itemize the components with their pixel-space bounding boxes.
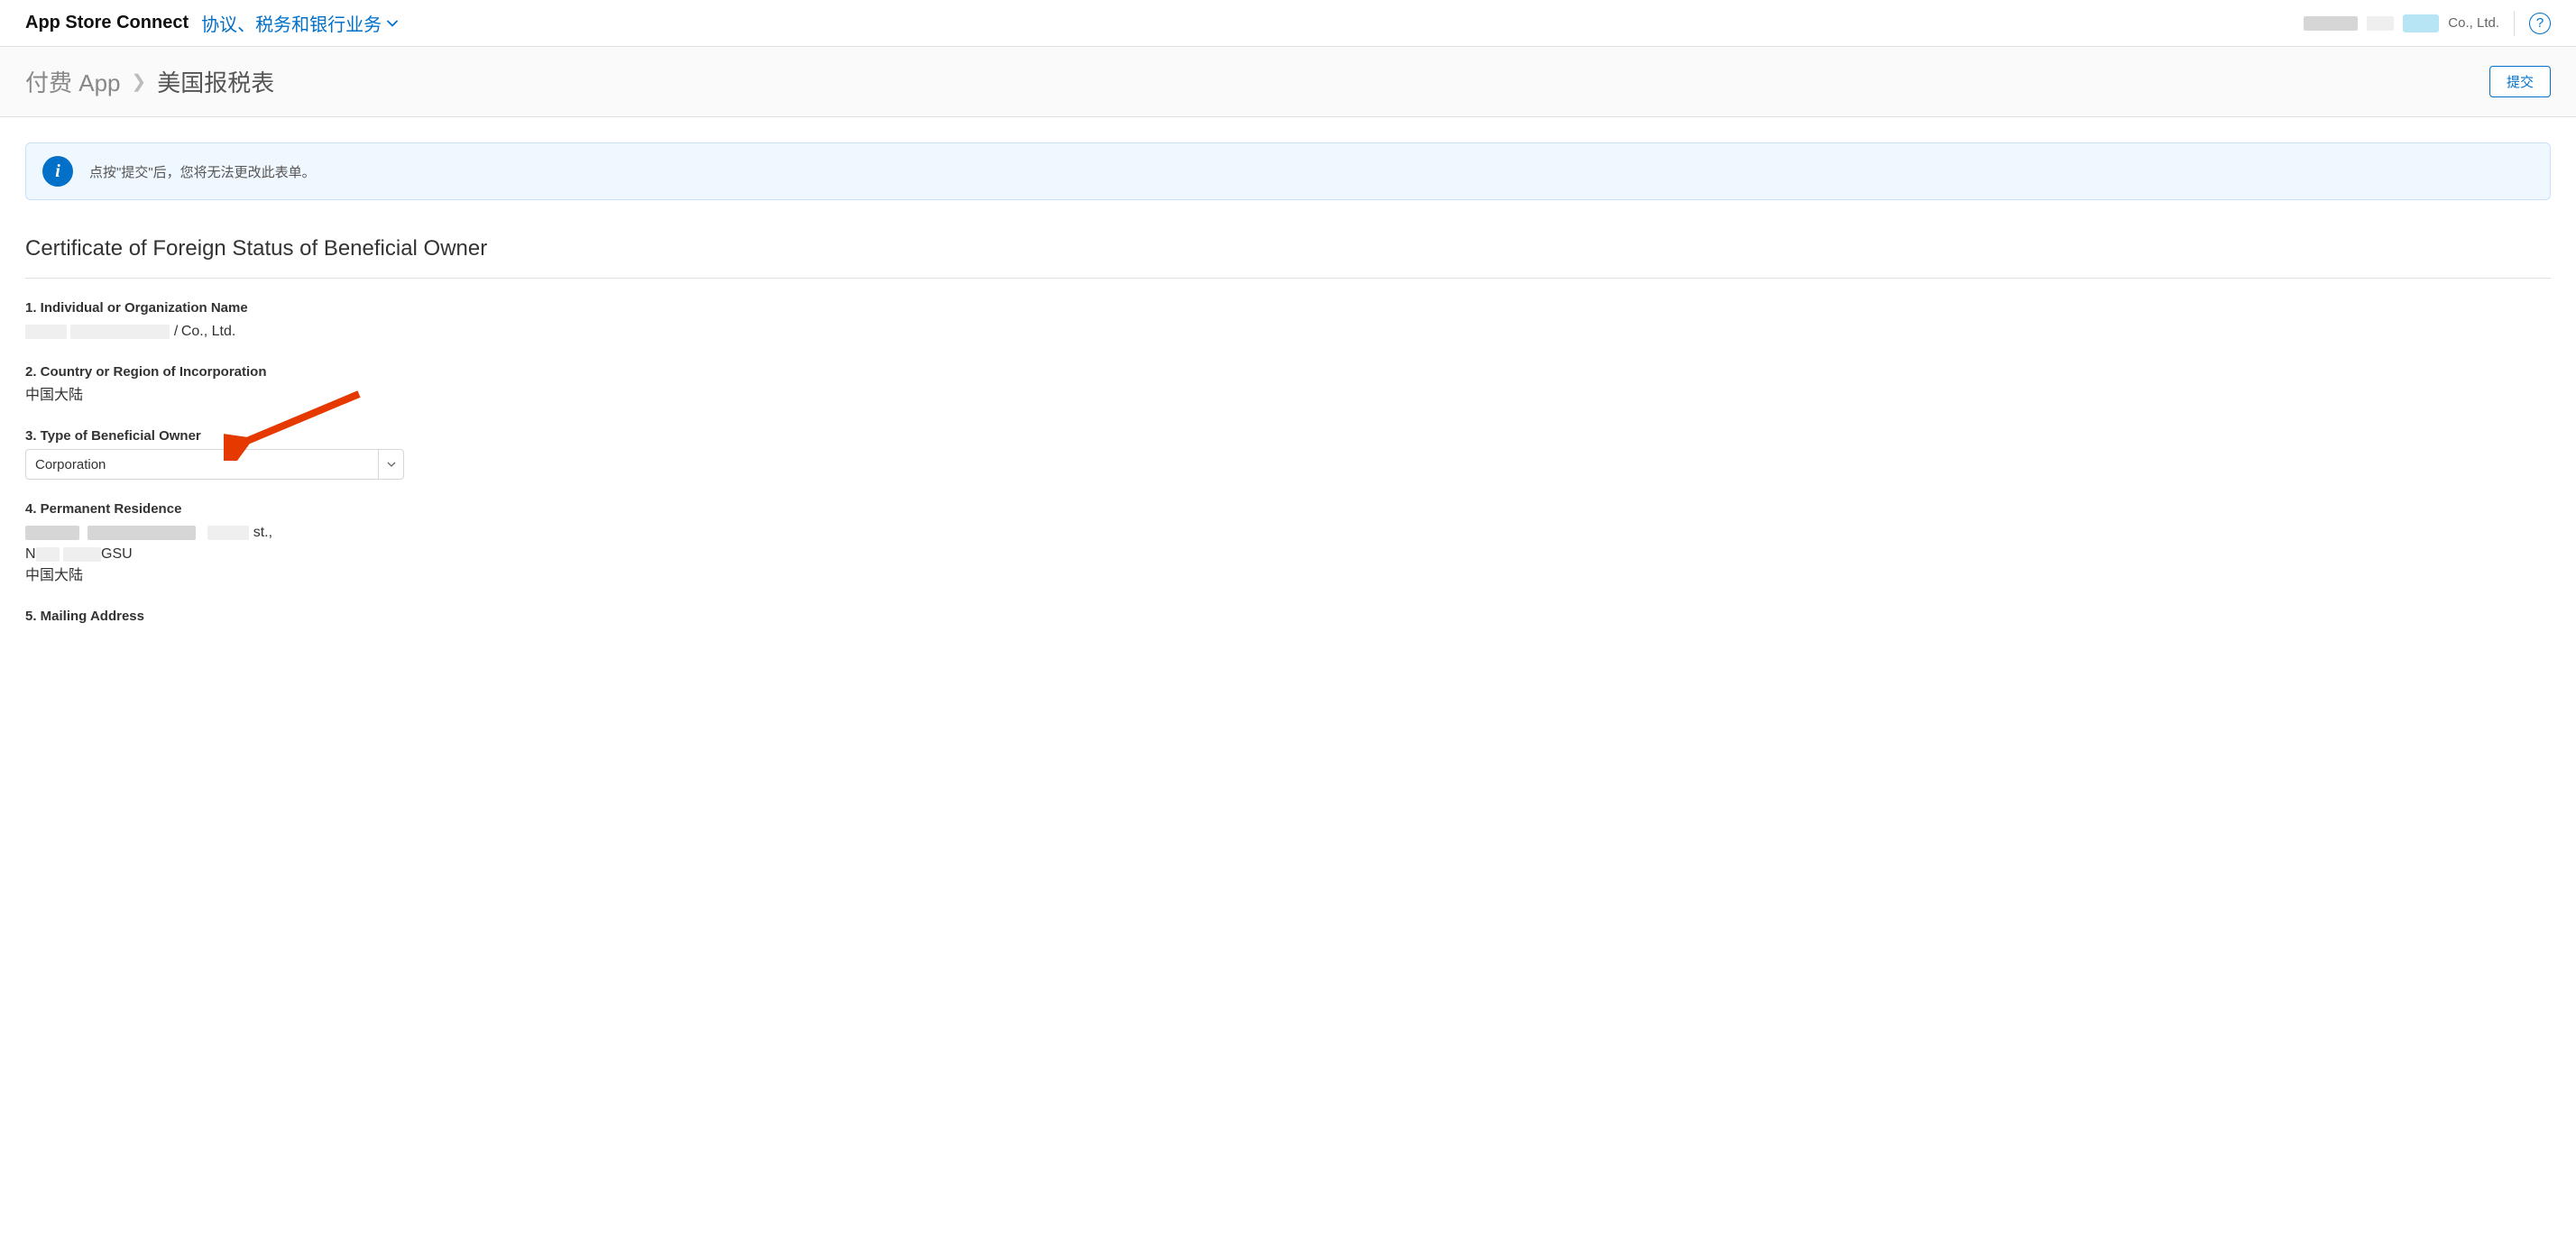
header-right: Co., Ltd. ? (2304, 11, 2551, 36)
field-beneficial-owner-type: 3. Type of Beneficial Owner Corporation (25, 428, 2551, 480)
global-header: App Store Connect 协议、税务和银行业务 Co., Ltd. ? (0, 0, 2576, 47)
section-divider (25, 278, 2551, 279)
breadcrumb-root[interactable]: 付费 App (25, 65, 121, 98)
help-icon[interactable]: ? (2529, 13, 2551, 34)
header-left: App Store Connect 协议、税务和银行业务 (25, 10, 398, 36)
app-title: App Store Connect (25, 13, 189, 33)
field-label: 3. Type of Beneficial Owner (25, 428, 2551, 444)
section-dropdown-label: 协议、税务和银行业务 (201, 10, 382, 36)
section-title: Certificate of Foreign Status of Benefic… (25, 236, 2551, 261)
field-label: 5. Mailing Address (25, 609, 2551, 624)
beneficial-owner-select[interactable]: Corporation (25, 449, 404, 480)
org-color-chip (2403, 14, 2439, 32)
field-country: 2. Country or Region of Incorporation 中国… (25, 364, 2551, 407)
org-name-suffix: Co., Ltd. (2448, 15, 2499, 31)
field-mailing-address: 5. Mailing Address (25, 609, 2551, 624)
info-banner: i 点按"提交"后，您将无法更改此表单。 (25, 142, 2551, 200)
field-value: 中国大陆 (25, 385, 2551, 407)
chevron-right-icon: ❯ (132, 70, 147, 93)
chevron-down-icon (387, 20, 398, 27)
info-banner-text: 点按"提交"后，您将无法更改此表单。 (89, 162, 316, 181)
breadcrumb: 付费 App ❯ 美国报税表 (25, 65, 274, 98)
field-value: / Co., Ltd. (25, 321, 2551, 343)
field-org-name: 1. Individual or Organization Name / Co.… (25, 300, 2551, 343)
chevron-down-icon (378, 450, 403, 479)
page-header: 付费 App ❯ 美国报税表 提交 (0, 47, 2576, 117)
page-content: i 点按"提交"后，您将无法更改此表单。 Certificate of Fore… (0, 117, 2576, 671)
field-label: 4. Permanent Residence (25, 501, 2551, 517)
field-value: st., N GSU 中国大陆 (25, 522, 2551, 587)
divider (2514, 11, 2515, 36)
select-value: Corporation (26, 452, 378, 478)
field-permanent-residence: 4. Permanent Residence st., N GSU 中国大陆 (25, 501, 2551, 587)
info-icon: i (42, 156, 73, 187)
field-label: 1. Individual or Organization Name (25, 300, 2551, 316)
section-dropdown[interactable]: 协议、税务和银行业务 (201, 10, 398, 36)
org-switcher[interactable]: Co., Ltd. (2304, 14, 2499, 32)
breadcrumb-current: 美国报税表 (157, 65, 274, 98)
submit-button[interactable]: 提交 (2489, 66, 2551, 97)
field-label: 2. Country or Region of Incorporation (25, 364, 2551, 380)
